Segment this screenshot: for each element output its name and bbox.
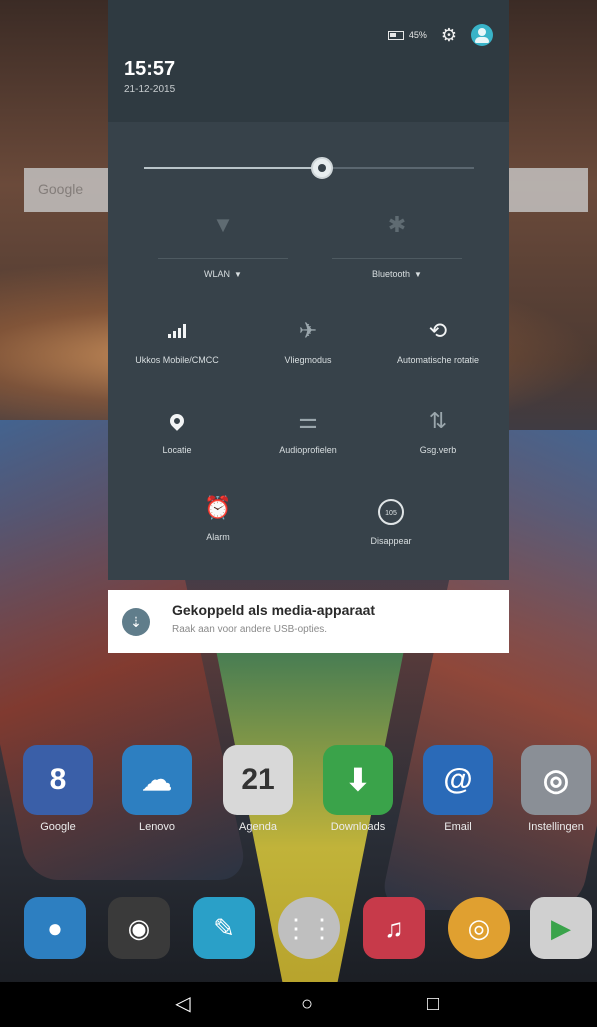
- tile-mobile-data[interactable]: ⇅ Gsg.verb: [383, 408, 493, 456]
- back-button[interactable]: ◁: [168, 992, 198, 1016]
- calendar-icon: 21: [223, 745, 293, 815]
- status-icons: 45% ⚙: [387, 24, 493, 46]
- notification-subtitle: Raak aan voor andere USB-opties.: [172, 624, 328, 635]
- tile-label: Ukkos Mobile/CMCC: [135, 355, 219, 365]
- wifi-divider: [158, 258, 288, 259]
- shade-header: 15:57 21-12-2015 45% ⚙: [108, 0, 509, 122]
- usb-notification[interactable]: ⇣ Gekoppeld als media-apparaat Raak aan …: [108, 590, 509, 653]
- recents-button[interactable]: □: [418, 992, 448, 1016]
- all-apps-icon[interactable]: ⋮⋮: [278, 897, 340, 959]
- app-agenda[interactable]: 21 Agenda: [218, 745, 298, 833]
- alarm-icon: ⏰: [204, 495, 232, 520]
- app-settings[interactable]: ◎ Instellingen: [516, 745, 596, 833]
- wifi-label[interactable]: WLAN ▼: [148, 269, 298, 279]
- tile-auto-rotate[interactable]: ⟲ Automatische rotatie: [383, 318, 493, 366]
- app-label: Google: [40, 821, 76, 833]
- google-icon: 8: [23, 745, 93, 815]
- disappear-icon: 105: [336, 495, 446, 525]
- wifi-icon: ▼: [212, 212, 234, 237]
- airplane-icon: ✈: [298, 318, 318, 343]
- tile-label: Audioprofielen: [279, 445, 337, 455]
- date: 21-12-2015: [124, 84, 176, 95]
- tile-label: Vliegmodus: [284, 355, 332, 365]
- tile-disappear[interactable]: 105 Disappear: [336, 495, 446, 547]
- signal-icon: [122, 318, 232, 344]
- rotate-icon: ⟲: [428, 318, 448, 343]
- tile-label: Disappear: [370, 536, 412, 546]
- search-hint: Google: [38, 181, 84, 197]
- tile-label: Automatische rotatie: [396, 355, 480, 365]
- google-search-bar[interactable]: Google: [24, 168, 114, 212]
- usb-icon: ⇣: [122, 608, 150, 636]
- tile-alarm[interactable]: ⏰ Alarm: [163, 495, 273, 543]
- contacts-icon[interactable]: ●: [24, 897, 86, 959]
- voice-search-button[interactable]: [508, 168, 588, 212]
- bluetooth-label[interactable]: Bluetooth ▼: [322, 269, 472, 279]
- tile-audio-profiles[interactable]: ⚌ Audioprofielen: [253, 408, 363, 456]
- brightness-fill: [144, 167, 323, 169]
- app-email[interactable]: @ Email: [418, 745, 498, 833]
- brightness-thumb[interactable]: [311, 157, 334, 179]
- gear-icon[interactable]: ⚙: [441, 26, 457, 44]
- tile-label: Gsg.verb: [419, 445, 457, 455]
- data-icon: ⇅: [428, 408, 448, 433]
- settings-icon: ◎: [521, 745, 591, 815]
- notification-title: Gekoppeld als media-apparaat: [172, 602, 376, 618]
- battery-icon: [387, 30, 404, 40]
- audio-profile-icon: ⚌: [298, 408, 318, 433]
- home-button[interactable]: ○: [292, 992, 322, 1016]
- location-icon: [122, 408, 232, 434]
- chrome-icon[interactable]: ◎: [448, 897, 510, 959]
- battery-percent: 45%: [408, 30, 427, 40]
- music-icon[interactable]: ♫: [363, 897, 425, 959]
- app-label: Agenda: [239, 821, 277, 833]
- play-store-icon[interactable]: ▶: [530, 897, 592, 959]
- navigation-bar: ◁ ○ □: [0, 982, 597, 1027]
- bluetooth-icon: ✱: [387, 212, 407, 237]
- app-google[interactable]: 8 Google: [18, 745, 98, 833]
- wifi-tile[interactable]: ▼ WLAN ▼: [148, 210, 298, 290]
- email-icon: @: [423, 745, 493, 815]
- camera-icon[interactable]: ◉: [108, 897, 170, 959]
- cloud-icon: ☁: [122, 745, 192, 815]
- notes-icon[interactable]: ✎: [193, 897, 255, 959]
- download-icon: ⬇: [323, 745, 393, 815]
- tile-label: Locatie: [162, 445, 192, 455]
- user-icon[interactable]: [471, 24, 493, 46]
- tile-mobile-network[interactable]: Ukkos Mobile/CMCC: [122, 318, 232, 366]
- bluetooth-divider: [332, 258, 462, 259]
- tile-label: Alarm: [206, 532, 230, 542]
- app-downloads[interactable]: ⬇ Downloads: [318, 745, 398, 833]
- app-label: Lenovo: [138, 821, 176, 833]
- app-label: Email: [444, 821, 472, 833]
- tile-location[interactable]: Locatie: [122, 408, 232, 456]
- tile-airplane-mode[interactable]: ✈ Vliegmodus: [253, 318, 363, 366]
- bluetooth-tile[interactable]: ✱ Bluetooth ▼: [322, 210, 472, 290]
- app-label: Instellingen: [528, 821, 584, 833]
- battery-status: 45%: [387, 30, 427, 40]
- clock: 15:57: [124, 58, 176, 80]
- notification-shade: 15:57 21-12-2015 45% ⚙ ▼ WLAN ▼ ✱ Bluetoo…: [108, 0, 509, 580]
- app-lenovo[interactable]: ☁ Lenovo: [117, 745, 197, 833]
- app-label: Downloads: [330, 821, 386, 833]
